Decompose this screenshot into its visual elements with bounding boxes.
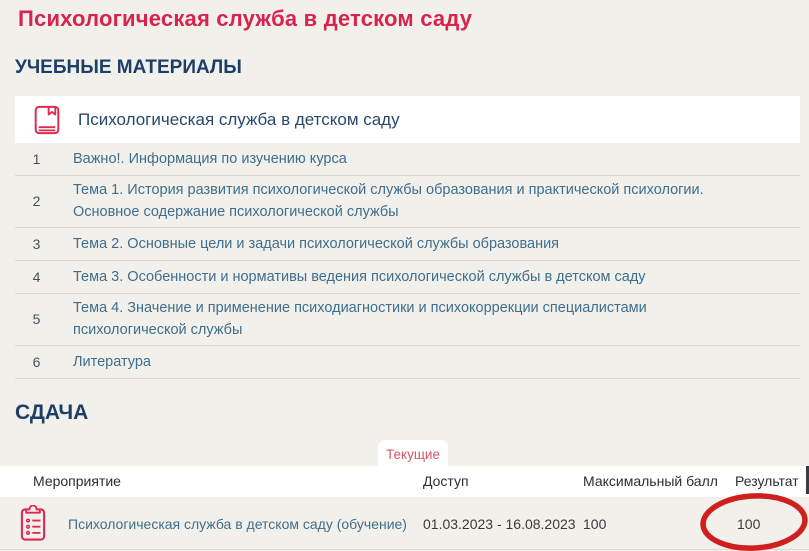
material-link[interactable]: Тема 3. Особенности и нормативы ведения …: [73, 266, 646, 288]
material-link[interactable]: Важно!. Информация по изучению курса: [73, 148, 347, 170]
material-link[interactable]: Литература: [73, 351, 151, 373]
material-number: 3: [32, 235, 41, 252]
material-row: 4 Тема 3. Особенности и нормативы ведени…: [15, 261, 800, 294]
course-card[interactable]: Психологическая служба в детском саду: [15, 96, 800, 143]
submission-table-row: Психологическая служба в детском саду (о…: [0, 497, 809, 549]
material-link[interactable]: Тема 1. История развития психологической…: [73, 179, 760, 224]
materials-list: 1 Важно!. Информация по изучению курса 2…: [15, 143, 800, 379]
column-header-event: Мероприятие: [33, 473, 121, 489]
book-icon: [33, 105, 61, 135]
material-row: 3 Тема 2. Основные цели и задачи психоло…: [15, 228, 800, 261]
event-access-dates: 01.03.2023 - 16.08.2023: [423, 516, 576, 532]
event-max-score: 100: [583, 516, 607, 532]
material-number: 4: [32, 268, 41, 285]
page-title: Психологическая служба в детском саду: [18, 6, 473, 31]
material-link[interactable]: Тема 4. Значение и применение психодиагн…: [73, 297, 760, 342]
material-row: 5 Тема 4. Значение и применение психодиа…: [15, 294, 800, 346]
submission-table-header: Мероприятие Доступ Максимальный балл Рез…: [0, 466, 809, 497]
material-row: 1 Важно!. Информация по изучению курса: [15, 143, 800, 176]
material-number: 1: [32, 151, 41, 167]
clipboard-checklist-icon: [18, 504, 48, 547]
column-header-access: Доступ: [423, 473, 469, 489]
course-card-title[interactable]: Психологическая служба в детском саду: [78, 110, 400, 130]
material-row: 6 Литература: [15, 346, 800, 379]
material-number: 6: [32, 353, 41, 370]
submission-section-heading: СДАЧА: [15, 401, 89, 424]
material-number: 2: [32, 193, 41, 210]
tab-current[interactable]: Текущие: [378, 440, 448, 468]
material-number: 5: [32, 311, 41, 328]
bottom-divider: [0, 549, 809, 550]
event-link[interactable]: Психологическая служба в детском саду (о…: [68, 516, 407, 532]
material-row: 2 Тема 1. История развития психологическ…: [15, 176, 800, 228]
material-link[interactable]: Тема 2. Основные цели и задачи психологи…: [73, 233, 559, 255]
materials-section-heading: УЧЕБНЫЕ МАТЕРИАЛЫ: [15, 57, 242, 78]
column-header-result: Результат: [735, 473, 799, 489]
event-result: 100: [737, 516, 761, 532]
column-header-max-score: Максимальный балл: [583, 473, 718, 489]
